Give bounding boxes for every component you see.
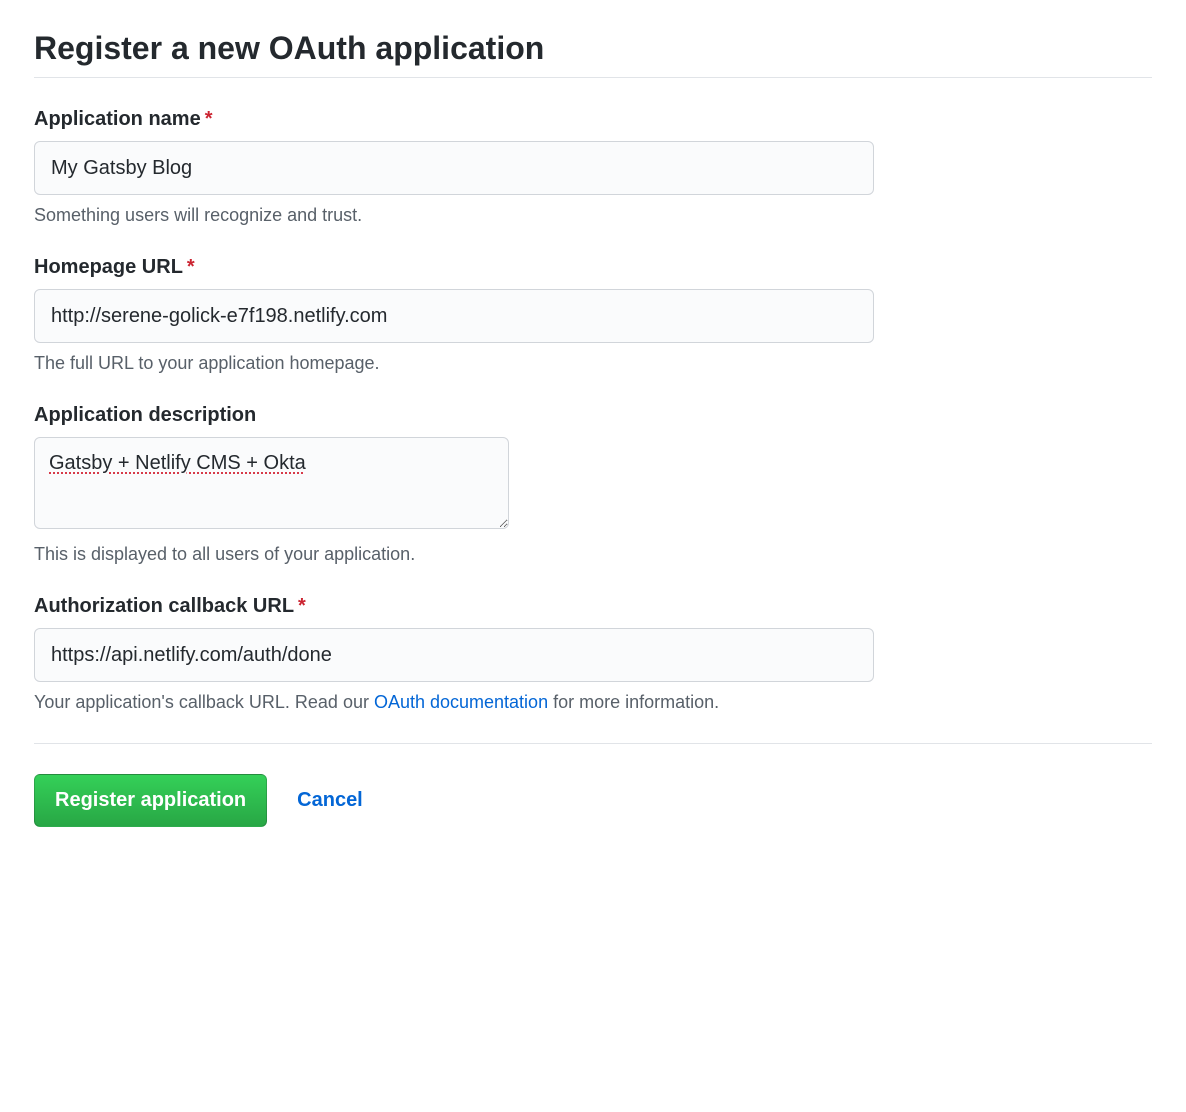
app-name-input[interactable] xyxy=(34,141,874,195)
app-name-hint: Something users will recognize and trust… xyxy=(34,205,1152,226)
callback-url-label: Authorization callback URL* xyxy=(34,595,1152,618)
callback-url-input[interactable] xyxy=(34,628,874,682)
required-asterisk-icon: * xyxy=(205,108,213,130)
description-label: Application description xyxy=(34,404,1152,427)
homepage-url-label: Homepage URL* xyxy=(34,256,1152,279)
field-application-name: Application name* Something users will r… xyxy=(34,108,1152,226)
description-textarea[interactable]: Gatsby + Netlify CMS + Okta xyxy=(34,437,509,529)
callback-hint-after: for more information. xyxy=(548,692,719,712)
form-actions: Register application Cancel xyxy=(34,774,1152,827)
required-asterisk-icon: * xyxy=(187,256,195,278)
description-hint: This is displayed to all users of your a… xyxy=(34,544,1152,565)
field-application-description: Application description Gatsby + Netlify… xyxy=(34,404,1152,565)
cancel-button[interactable]: Cancel xyxy=(297,789,363,812)
homepage-url-input[interactable] xyxy=(34,289,874,343)
register-application-button[interactable]: Register application xyxy=(34,774,267,827)
oauth-documentation-link[interactable]: OAuth documentation xyxy=(374,692,548,712)
callback-url-hint: Your application's callback URL. Read ou… xyxy=(34,692,1152,713)
page-title: Register a new OAuth application xyxy=(34,30,1152,78)
callback-url-label-text: Authorization callback URL xyxy=(34,595,294,617)
field-homepage-url: Homepage URL* The full URL to your appli… xyxy=(34,256,1152,374)
divider xyxy=(34,743,1152,744)
app-name-label: Application name* xyxy=(34,108,1152,131)
app-name-label-text: Application name xyxy=(34,108,201,130)
homepage-url-hint: The full URL to your application homepag… xyxy=(34,353,1152,374)
homepage-url-label-text: Homepage URL xyxy=(34,256,183,278)
oauth-form: Application name* Something users will r… xyxy=(34,108,1152,827)
callback-hint-before: Your application's callback URL. Read ou… xyxy=(34,692,374,712)
required-asterisk-icon: * xyxy=(298,595,306,617)
field-callback-url: Authorization callback URL* Your applica… xyxy=(34,595,1152,713)
